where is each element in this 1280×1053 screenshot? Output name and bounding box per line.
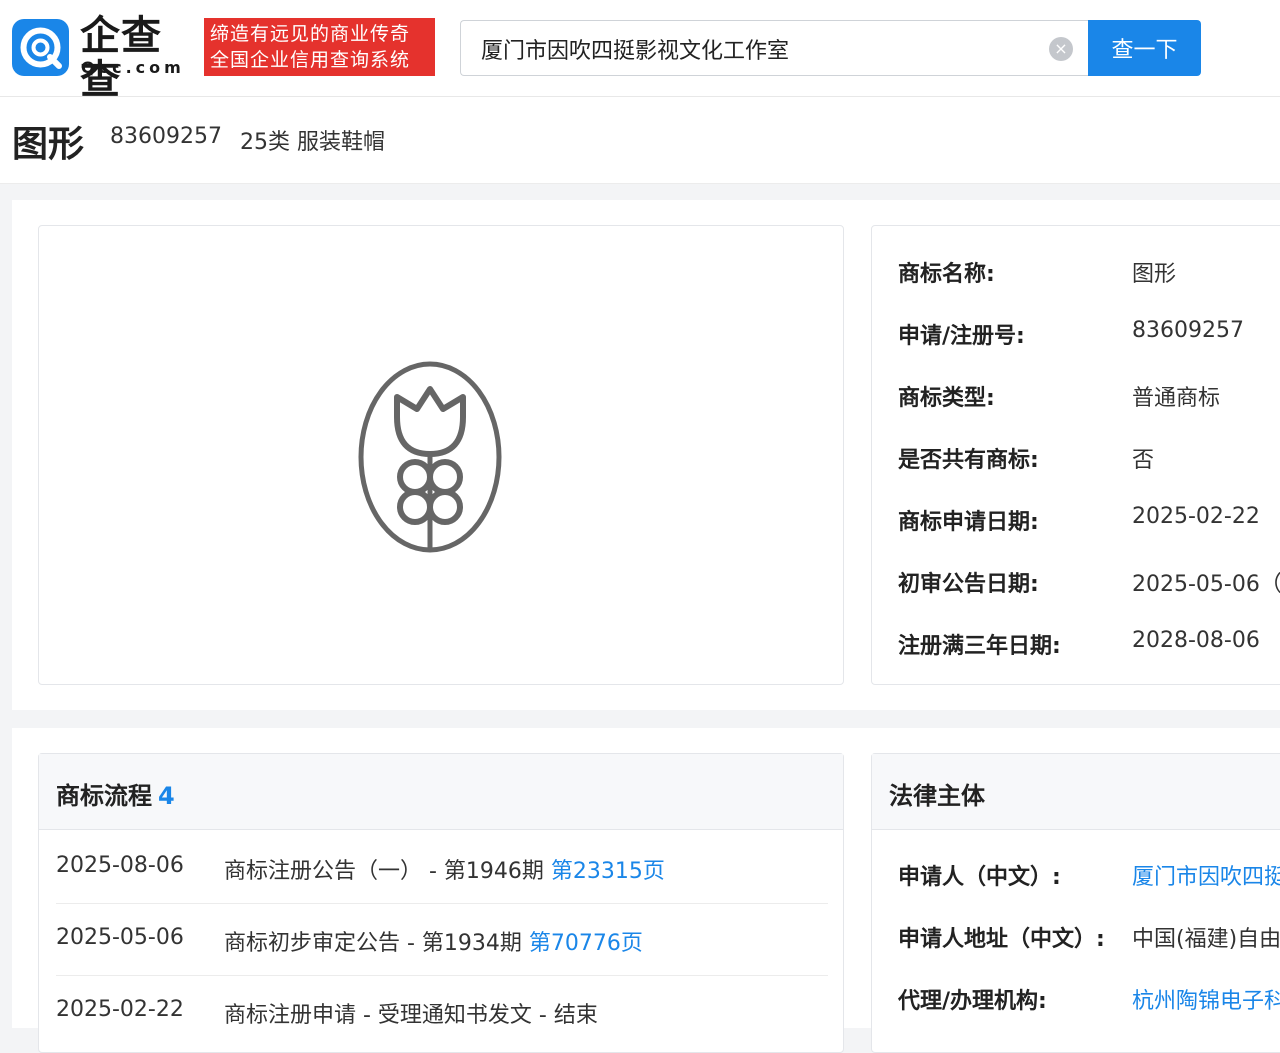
info-label: 商标类型:	[898, 386, 995, 411]
info-value-text: 2025-05-06（	[1132, 572, 1280, 597]
info-value: 否	[1132, 448, 1155, 473]
flow-desc-text: 商标注册公告（一） - 第1946期	[224, 859, 551, 884]
info-label: 申请/注册号:	[898, 324, 1025, 349]
clear-icon[interactable]: ×	[1049, 37, 1073, 61]
info-label: 商标申请日期:	[898, 510, 1039, 535]
info-value: 图形	[1132, 262, 1177, 287]
trademark-image-card	[38, 225, 844, 685]
info-label: 初审公告日期:	[898, 572, 1039, 597]
trademark-class: 25类 服装鞋帽	[240, 130, 385, 155]
flow-desc: 商标初步审定公告 - 第1934期 第70776页	[224, 925, 643, 957]
flow-page-link[interactable]: 第70776页	[529, 931, 643, 956]
info-value: 2025-02-22	[1132, 504, 1260, 529]
info-value: 2028-08-06	[1132, 628, 1260, 653]
flow-desc-text: 商标注册申请 - 受理通知书发文 - 结束	[224, 1003, 598, 1028]
legal-entity-card: 法律主体 申请人（中文）: 厦门市因吹四挺 申请人地址（中文）: 中国(福建)自…	[871, 753, 1280, 1053]
info-label: 是否共有商标:	[898, 448, 1039, 473]
trademark-info-card: 商标名称: 图形 申请/注册号: 83609257 商标类型: 普通商标 是否共…	[871, 225, 1280, 685]
info-value: 2025-05-06（1	[1132, 566, 1280, 598]
flow-desc: 商标注册公告（一） - 第1946期 第23315页	[224, 853, 665, 885]
legal-label: 代理/办理机构:	[898, 989, 1047, 1014]
logo-sub: Qcc.com	[81, 58, 185, 77]
flow-desc-text: 商标初步审定公告 - 第1934期	[224, 931, 529, 956]
slogan-line-2: 全国企业信用查询系统	[210, 49, 411, 71]
trademark-image[interactable]	[357, 359, 505, 559]
flow-header: 商标流程 4	[39, 754, 843, 830]
info-label: 商标名称:	[898, 262, 995, 287]
flow-date: 2025-02-22	[56, 997, 184, 1022]
flow-row: 2025-08-06 商标注册公告（一） - 第1946期 第23315页	[56, 831, 828, 904]
search-box: ×	[460, 20, 1088, 76]
bottom-panel: 商标流程 4 2025-08-06 商标注册公告（一） - 第1946期 第233…	[12, 728, 1280, 1053]
header: 企查查 Qcc.com 缔造有远见的商业传奇 全国企业信用查询系统 × 查一下	[0, 0, 1280, 102]
legal-title: 法律主体	[889, 782, 985, 810]
legal-label: 申请人（中文）:	[898, 865, 1061, 890]
flow-desc: 商标注册申请 - 受理通知书发文 - 结束	[224, 997, 598, 1029]
applicant-address: 中国(福建)自由	[1132, 927, 1280, 952]
flow-date: 2025-08-06	[56, 853, 184, 878]
trademark-number: 83609257	[110, 124, 222, 149]
flow-row: 2025-05-06 商标初步审定公告 - 第1934期 第70776页	[56, 903, 828, 976]
flow-row: 2025-02-22 商标注册申请 - 受理通知书发文 - 结束	[56, 975, 828, 1047]
legal-label: 申请人地址（中文）:	[898, 927, 1105, 952]
info-value: 普通商标	[1132, 386, 1221, 411]
agent-link[interactable]: 杭州陶锦电子科	[1132, 983, 1280, 1015]
search-input[interactable]	[479, 33, 1043, 65]
slogan-badge: 缔造有远见的商业传奇 全国企业信用查询系统	[204, 18, 435, 76]
page-title: 图形	[12, 124, 85, 165]
info-label: 注册满三年日期:	[898, 634, 1061, 659]
flow-date: 2025-05-06	[56, 925, 184, 950]
flow-count: 4	[158, 782, 175, 810]
applicant-link[interactable]: 厦门市因吹四挺	[1132, 859, 1280, 891]
flow-title-text: 商标流程	[56, 782, 152, 810]
legal-header: 法律主体	[872, 754, 1280, 830]
slogan-line-1: 缔造有远见的商业传奇	[210, 23, 411, 45]
flow-title: 商标流程 4	[56, 776, 175, 811]
info-value: 83609257	[1132, 318, 1244, 343]
trademark-title-bar: 图形 83609257 25类 服装鞋帽	[0, 97, 1280, 184]
trademark-flow-card: 商标流程 4 2025-08-06 商标注册公告（一） - 第1946期 第233…	[38, 753, 844, 1053]
qcc-logo-icon[interactable]	[12, 19, 69, 76]
flow-page-link[interactable]: 第23315页	[551, 859, 665, 884]
search-button[interactable]: 查一下	[1088, 20, 1201, 76]
trademark-detail-panel: 商标名称: 图形 申请/注册号: 83609257 商标类型: 普通商标 是否共…	[12, 200, 1280, 710]
